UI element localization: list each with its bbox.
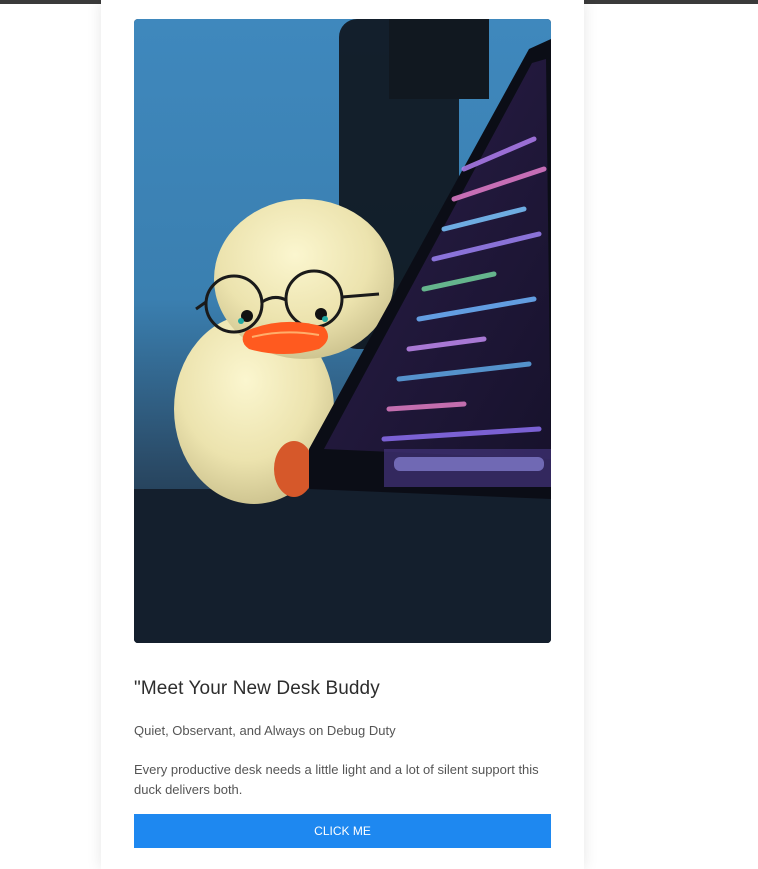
card-description: Every productive desk needs a little lig… [134,762,539,797]
click-me-button[interactable]: CLICK ME [134,814,551,848]
card-subtitle: Quiet, Observant, and Always on Debug Du… [134,723,396,738]
product-card: "Meet Your New Desk Buddy Quiet, Observa… [101,0,584,869]
card-image [134,19,551,643]
card-title: "Meet Your New Desk Buddy [134,678,380,699]
